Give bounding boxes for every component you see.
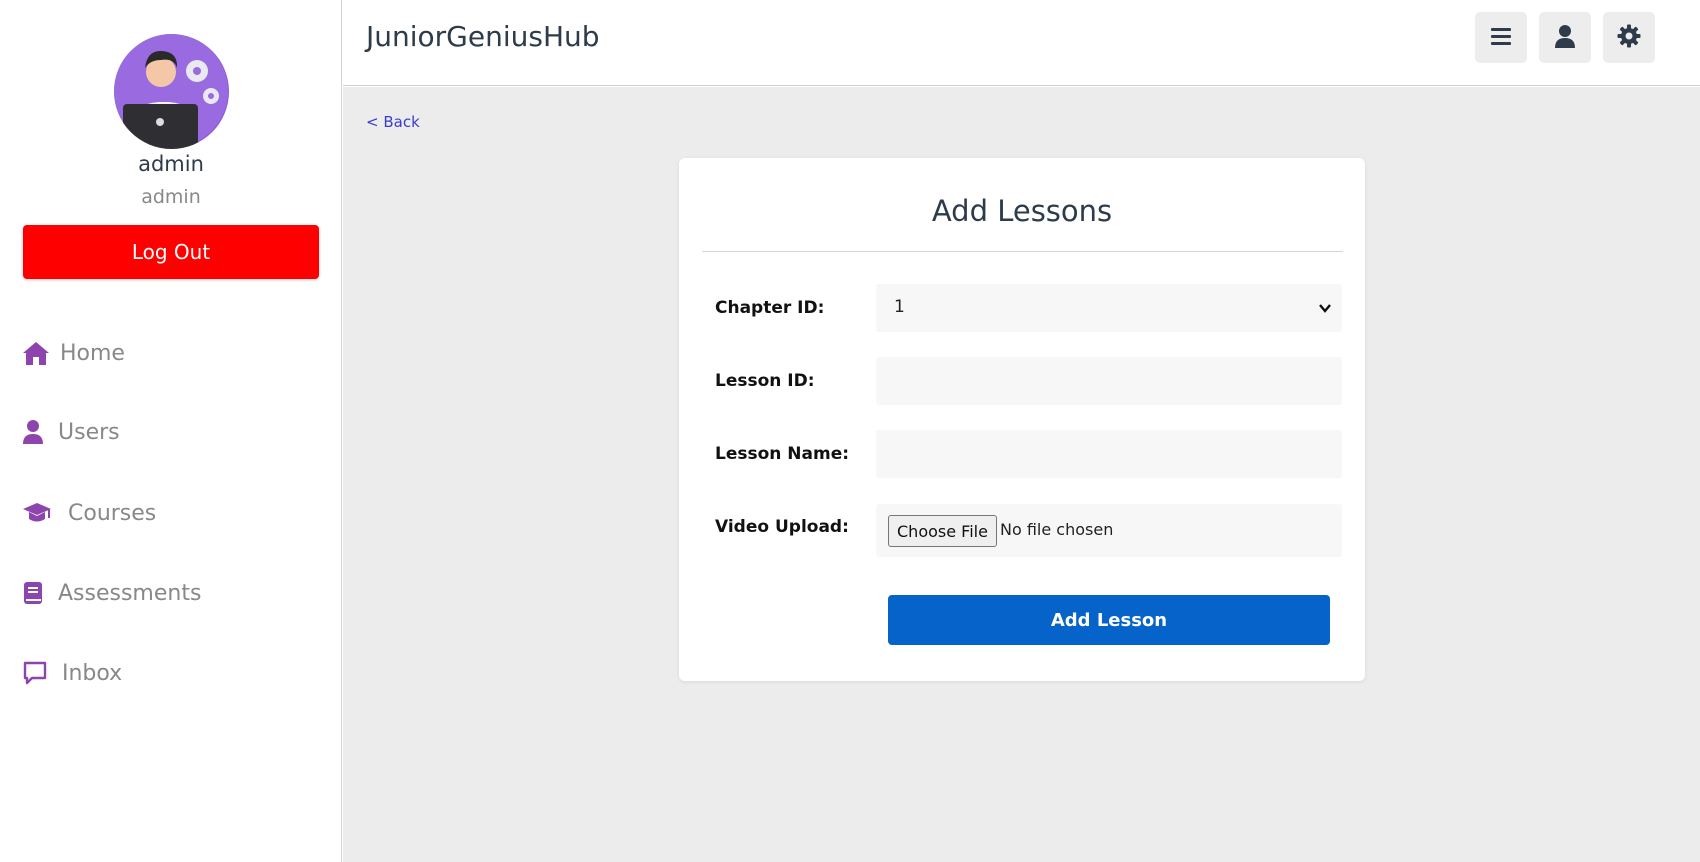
video-upload-label: Video Upload: bbox=[715, 517, 849, 537]
sidebar-item-label: Courses bbox=[68, 500, 157, 526]
lesson-name-input[interactable] bbox=[876, 430, 1342, 478]
profile-button[interactable] bbox=[1539, 12, 1591, 63]
chapter-id-select[interactable]: 1 bbox=[876, 284, 1342, 332]
sidebar-item-label: Users bbox=[58, 419, 120, 445]
back-link[interactable]: < Back bbox=[366, 113, 420, 131]
message-icon bbox=[22, 659, 48, 687]
sidebar-item-inbox[interactable]: Inbox bbox=[22, 653, 122, 693]
home-icon bbox=[22, 339, 50, 367]
sidebar-item-courses[interactable]: Courses bbox=[22, 493, 156, 533]
sidebar-item-label: Inbox bbox=[62, 660, 123, 686]
chapter-id-label: Chapter ID: bbox=[715, 298, 825, 318]
main-content: < Back Add Lessons Chapter ID: 1 Lesson … bbox=[343, 87, 1700, 862]
settings-button[interactable] bbox=[1603, 12, 1655, 63]
video-upload-field: Choose File No file chosen bbox=[876, 504, 1342, 557]
add-lesson-form: Add Lessons Chapter ID: 1 Lesson ID: Les… bbox=[679, 158, 1365, 681]
lesson-name-label: Lesson Name: bbox=[715, 444, 850, 464]
file-status: No file chosen bbox=[1000, 520, 1114, 539]
sidebar-item-assessments[interactable]: Assessments bbox=[22, 573, 201, 613]
profile-role: admin bbox=[141, 186, 201, 208]
profile-name: admin bbox=[138, 152, 204, 176]
lesson-id-input[interactable] bbox=[876, 357, 1342, 405]
chapter-id-value: 1 bbox=[894, 297, 905, 317]
sidebar-item-home[interactable]: Home bbox=[22, 333, 125, 373]
sidebar-item-label: Assessments bbox=[58, 580, 202, 606]
menu-icon bbox=[1490, 26, 1512, 49]
lesson-id-label: Lesson ID: bbox=[715, 371, 815, 391]
user-icon bbox=[22, 418, 44, 446]
sidebar-item-users[interactable]: Users bbox=[22, 412, 120, 452]
menu-button[interactable] bbox=[1475, 12, 1527, 63]
chevron-down-icon bbox=[1318, 300, 1332, 319]
sidebar: admin admin Log Out Home Users Courses A… bbox=[0, 0, 342, 862]
user-icon bbox=[1554, 24, 1576, 51]
brand-title: JuniorGeniusHub bbox=[366, 20, 600, 53]
add-lesson-button[interactable]: Add Lesson bbox=[888, 595, 1330, 645]
form-title: Add Lessons bbox=[931, 194, 1113, 228]
book-icon bbox=[22, 579, 44, 607]
divider bbox=[702, 251, 1343, 252]
graduation-cap-icon bbox=[22, 499, 52, 527]
choose-file-button[interactable]: Choose File bbox=[888, 515, 997, 547]
settings-icon bbox=[1617, 24, 1641, 51]
top-bar: JuniorGeniusHub bbox=[343, 0, 1700, 86]
avatar bbox=[114, 34, 229, 149]
logout-button[interactable]: Log Out bbox=[23, 225, 319, 279]
sidebar-item-label: Home bbox=[60, 340, 125, 366]
